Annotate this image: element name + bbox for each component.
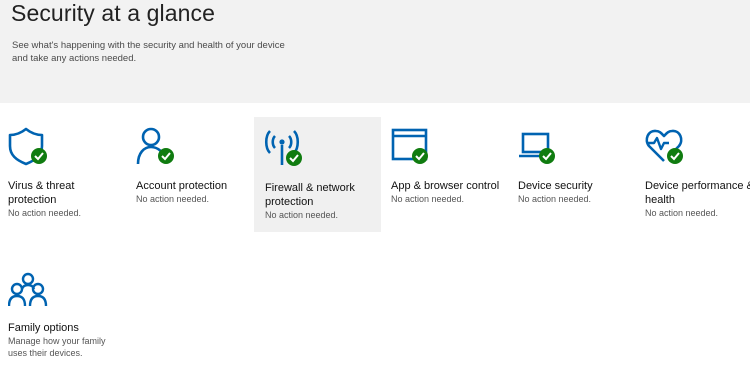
tile-name-line-1: Firewall & network (265, 182, 355, 194)
tile-device-security[interactable]: Device security No action needed. (518, 126, 644, 240)
laptop-icon (518, 126, 566, 174)
tile-status: No action needed. (645, 208, 719, 218)
family-icon (8, 272, 56, 320)
shield-icon (8, 126, 56, 174)
tile-status: No action needed. (391, 194, 465, 204)
tile-name-line-1: App & browser control (391, 180, 500, 192)
tile-name: Account protection (136, 179, 258, 193)
subtitle-line-1: See what's happening with the security a… (12, 40, 285, 51)
tile-status-line-2: uses their devices. (8, 348, 83, 358)
heart-pulse-icon (645, 126, 693, 174)
tile-status: No action needed. (136, 194, 210, 204)
tile-account-protection[interactable]: Account protection No action needed. (136, 126, 262, 240)
tile-device-performance-health[interactable]: Device performance & health No action ne… (645, 126, 750, 240)
tile-family-options[interactable]: Family options Manage how your family us… (8, 272, 134, 369)
tile-name-line-2: protection (265, 196, 314, 208)
tile-status: Manage how your family uses their device… (8, 335, 130, 359)
tile-status: No action needed. (8, 208, 82, 218)
antenna-icon (264, 127, 312, 175)
tile-name-line-1: Virus & threat (8, 180, 75, 192)
tile-name: Virus & threat protection (8, 179, 130, 207)
tile-name-line-2: protection (8, 194, 57, 206)
tile-firewall-network-protection[interactable]: Firewall & network protection No action … (254, 117, 381, 232)
tile-status: No action needed. (518, 194, 592, 204)
tile-name: Firewall & network protection (265, 181, 387, 209)
page-subtitle: See what's happening with the security a… (12, 39, 312, 65)
tile-name-line-1: Device security (518, 180, 593, 192)
subtitle-line-2: and take any actions needed. (12, 53, 137, 64)
tile-name: App & browser control (391, 179, 513, 193)
tile-name: Device performance & health (645, 179, 750, 207)
header: Security at a glance See what's happenin… (0, 0, 750, 103)
browser-window-icon (391, 126, 439, 174)
tile-name-line-2: health (645, 194, 675, 206)
page-title: Security at a glance (11, 0, 216, 26)
tile-name: Family options (8, 321, 130, 335)
tile-name-line-1: Family options (8, 322, 79, 334)
tile-name-line-1: Account protection (136, 180, 228, 192)
tile-name-line-1: Device performance & (645, 180, 750, 192)
tile-app-browser-control[interactable]: App & browser control No action needed. (391, 126, 517, 240)
tile-status: No action needed. (265, 210, 339, 220)
tile-virus-threat-protection[interactable]: Virus & threat protection No action need… (8, 126, 134, 240)
tile-name: Device security (518, 179, 640, 193)
tile-status-line-1: Manage how your family (8, 336, 106, 346)
person-icon (136, 126, 184, 174)
